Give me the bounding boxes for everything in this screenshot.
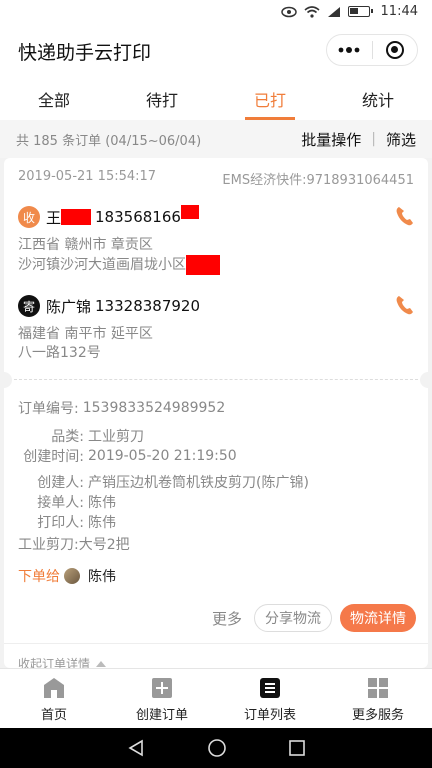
nav-more-services[interactable]: 更多服务 — [324, 669, 432, 728]
detail-value: 陈伟 — [88, 515, 116, 531]
phone-call-icon[interactable] — [394, 204, 414, 228]
order-actions: 更多 分享物流 物流详情 — [4, 604, 428, 632]
redaction-box — [180, 205, 199, 219]
more-dots-icon[interactable] — [327, 35, 372, 65]
receiver-street: 沙河镇沙河大道画眉垅小区 — [18, 256, 186, 273]
dispatch-person: 陈伟 — [88, 569, 116, 585]
order-note: 工业剪刀:大号2把 — [18, 537, 130, 553]
order-list-icon — [260, 678, 280, 698]
sender-street: 八一路132号 — [18, 345, 101, 361]
sender-badge: 寄 — [18, 295, 40, 317]
receiver-region: 江西省 赣州市 章贡区 — [18, 237, 153, 253]
mini-program-capsule — [326, 34, 418, 66]
order-summary-bar: 共 185 条订单 (04/15~06/04) 批量操作 | 筛选 — [0, 120, 432, 158]
filter-button[interactable]: 筛选 — [386, 129, 416, 150]
carrier-tracking: EMS经济快件:9718931064451 — [222, 173, 414, 188]
status-time: 11:44 — [380, 4, 418, 19]
home-circle-icon[interactable] — [207, 738, 227, 758]
sender-block: 寄 陈广锦 13328387920 福建省 南平市 延平区 八一路132号 — [4, 291, 428, 363]
status-bar: 11:44 — [0, 0, 432, 26]
add-order-icon — [152, 678, 172, 698]
receiver-name: 王 — [46, 208, 62, 227]
receiver-phone: 183568166 — [95, 208, 181, 226]
receiver-street-row: 沙河镇沙河大道画眉垅小区 — [18, 255, 414, 275]
divider-notch — [420, 372, 428, 388]
grid-icon — [368, 678, 388, 698]
receiver-badge: 收 — [18, 206, 40, 228]
dispatch-row: 下单给 陈伟 — [4, 566, 428, 586]
sender-phone: 13328387920 — [95, 297, 200, 315]
tab-pending-print[interactable]: 待打 — [108, 74, 216, 120]
battery-icon — [347, 6, 373, 17]
tab-all[interactable]: 全部 — [0, 74, 108, 120]
detail-row: 打印人: 陈伟 — [18, 512, 414, 532]
batch-operation-button[interactable]: 批量操作 — [301, 129, 361, 150]
redaction-box — [61, 209, 92, 225]
more-button[interactable]: 更多 — [212, 608, 242, 629]
nav-home-label: 首页 — [40, 708, 67, 723]
nav-order-list-label: 订单列表 — [243, 708, 296, 723]
recent-apps-icon[interactable] — [289, 740, 305, 756]
phone-call-icon[interactable] — [394, 293, 414, 317]
order-tabs: 全部 待打 已打 统计 — [0, 74, 432, 120]
collapse-label: 收起订单详情 — [18, 657, 91, 668]
share-logistics-button[interactable]: 分享物流 — [254, 604, 332, 632]
collapse-order-details[interactable]: 收起订单详情 — [4, 643, 428, 668]
detail-value: 2019-05-20 21:19:50 — [88, 448, 237, 464]
order-card: 2019-05-21 15:54:17 EMS经济快件:971893106445… — [4, 158, 428, 668]
detail-key: 订单编号: — [18, 401, 79, 417]
back-icon[interactable] — [127, 739, 145, 757]
page-title: 快递助手云打印 — [18, 42, 152, 64]
summary-divider: | — [371, 131, 376, 147]
detail-value: 1539833524989952 — [82, 400, 226, 416]
tab-statistics[interactable]: 统计 — [324, 74, 432, 120]
detail-value: 陈伟 — [88, 495, 116, 511]
redaction-box — [186, 255, 220, 275]
eye-icon — [280, 6, 297, 17]
card-divider — [4, 372, 428, 388]
sender-name: 陈广锦 — [46, 297, 92, 316]
receiver-block: 收 王 183568166 江西省 赣州市 章贡区 沙河镇沙河大道画眉垅小区 — [4, 202, 428, 275]
nav-more-services-label: 更多服务 — [351, 708, 404, 723]
logistics-detail-button[interactable]: 物流详情 — [340, 604, 416, 632]
bottom-navigation: 首页 创建订单 订单列表 更多服务 — [0, 668, 432, 728]
detail-row: 接单人: 陈伟 — [18, 492, 414, 512]
nav-create-order[interactable]: 创建订单 — [108, 669, 216, 728]
detail-key: 品类: — [51, 429, 84, 445]
detail-value: 工业剪刀 — [88, 429, 144, 445]
detail-key: 打印人: — [37, 515, 84, 531]
wifi-icon — [304, 5, 320, 18]
nav-create-order-label: 创建订单 — [135, 708, 188, 723]
target-icon — [385, 41, 404, 59]
dispatch-label: 下单给 — [18, 569, 60, 585]
avatar — [64, 568, 80, 584]
signal-icon — [327, 6, 340, 17]
home-icon — [44, 678, 64, 698]
detail-key: 创建人: — [37, 475, 84, 491]
detail-value: 产销压边机卷筒机铁皮剪刀(陈广锦) — [88, 475, 309, 491]
chevron-up-icon — [96, 660, 107, 667]
divider-notch — [4, 372, 12, 388]
nav-order-list[interactable]: 订单列表 — [216, 669, 324, 728]
detail-row: 订单编号: 1539833524989952 — [18, 396, 414, 420]
detail-row: 创建时间: 2019-05-20 21:19:50 — [18, 446, 414, 466]
nav-home[interactable]: 首页 — [0, 669, 108, 728]
detail-key: 接单人: — [37, 495, 84, 511]
sender-region: 福建省 南平市 延平区 — [18, 326, 153, 342]
tab-printed[interactable]: 已打 — [216, 74, 324, 120]
app-header: 快递助手云打印 — [0, 26, 432, 74]
system-navigation-bar — [0, 728, 432, 768]
order-datetime: 2019-05-21 15:54:17 — [18, 169, 157, 184]
detail-row: 创建人: 产销压边机卷筒机铁皮剪刀(陈广锦) — [18, 472, 414, 492]
order-details: 订单编号: 1539833524989952 品类: 工业剪刀 创建时间: 20… — [4, 396, 428, 554]
detail-row: 品类: 工业剪刀 — [18, 426, 414, 446]
detail-key: 创建时间: — [23, 449, 84, 465]
close-mini-program-button[interactable] — [373, 35, 418, 65]
order-count-text: 共 185 条订单 (04/15~06/04) — [16, 133, 202, 149]
